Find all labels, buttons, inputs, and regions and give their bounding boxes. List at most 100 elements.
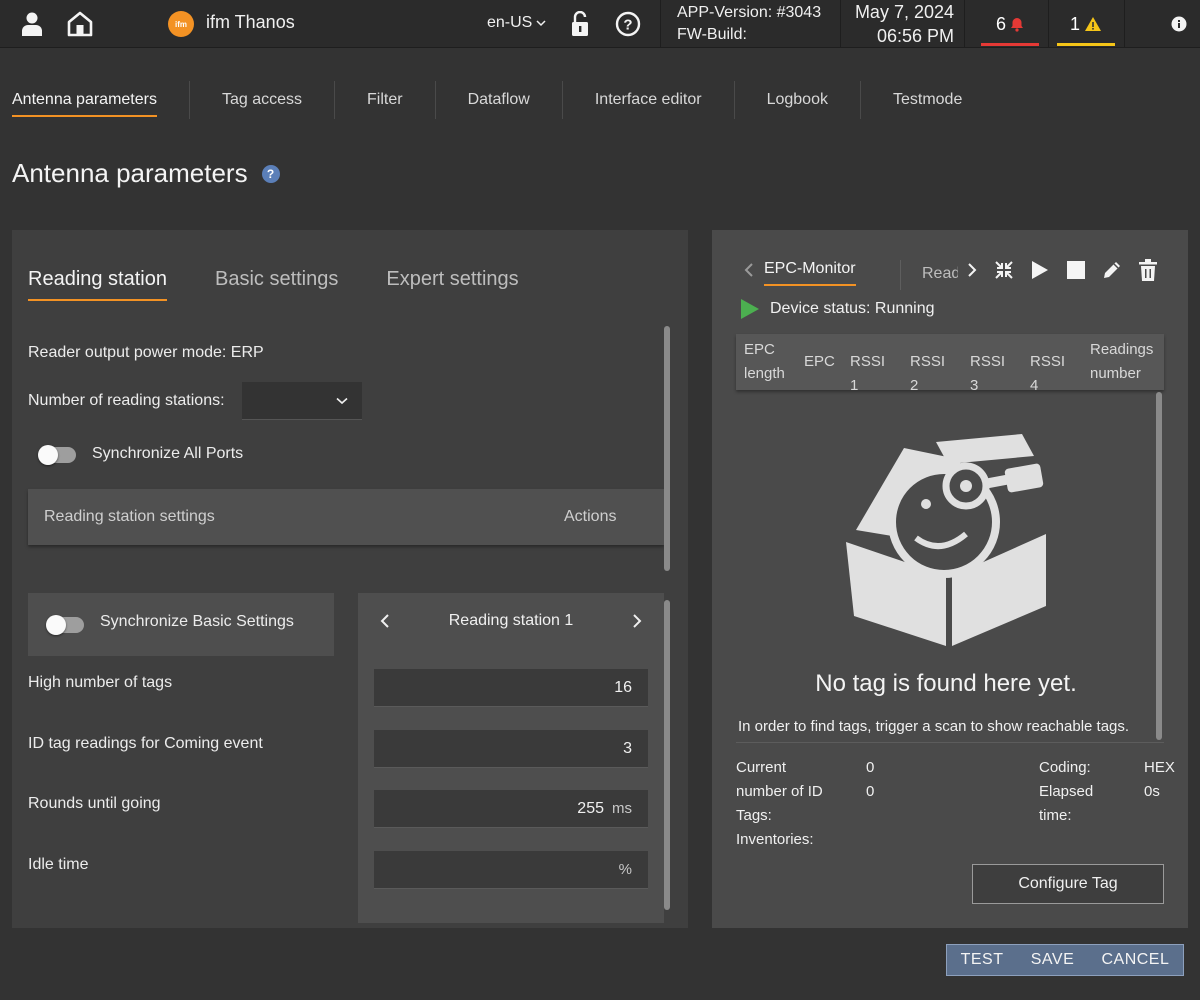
tab-antenna-parameters[interactable]: Antenna parameters (0, 81, 190, 119)
alarm-count: 6 (995, 13, 1006, 34)
chevron-left-icon[interactable] (380, 613, 390, 629)
field-value: 255 (577, 799, 604, 817)
col-epc-length: EPC length (744, 341, 785, 382)
subtabs: Reading station Basic settings Expert se… (28, 268, 519, 301)
datetime: May 7, 2024 06:56 PM (844, 0, 954, 48)
lock-open-icon[interactable] (566, 10, 594, 38)
divider (900, 260, 901, 290)
field-label: ID tag readings for Coming event (28, 735, 263, 752)
chevron-right-icon[interactable] (632, 613, 642, 629)
trash-icon[interactable] (1136, 258, 1160, 282)
top-bar: ifm ifm Thanos en-US ? APP-Version: #304… (0, 0, 1200, 48)
field-label: Idle time (28, 856, 89, 873)
sync-all-ports-toggle[interactable] (38, 445, 76, 465)
configure-tag-button[interactable]: Configure Tag (972, 864, 1164, 904)
tab-filter[interactable]: Filter (335, 81, 436, 119)
empty-box-illustration (846, 434, 1046, 646)
info-icon[interactable] (1170, 15, 1188, 33)
sync-basic-toggle[interactable] (46, 615, 84, 635)
date: May 7, 2024 (854, 2, 954, 22)
edit-icon[interactable] (1100, 258, 1124, 282)
collapse-icon[interactable] (992, 258, 1016, 282)
divider (660, 0, 661, 48)
sync-basic-settings: Synchronize Basic Settings (28, 593, 334, 656)
scrollbar[interactable] (664, 600, 670, 910)
play-icon[interactable] (1028, 258, 1052, 282)
tab-read[interactable]: Read (922, 265, 958, 283)
field-label: High number of tags (28, 674, 173, 691)
elapsed-label: Elapsed time: (1039, 783, 1094, 824)
divider (964, 0, 965, 48)
col-rssi-3: RSSI 3 (970, 353, 1006, 394)
idle-time-input[interactable]: % (374, 851, 648, 889)
col-rssi-1: RSSI 1 (850, 353, 886, 394)
divider (840, 0, 841, 48)
home-icon[interactable] (64, 8, 96, 40)
col-rssi-4: RSSI 4 (1030, 353, 1066, 394)
tab-logbook[interactable]: Logbook (735, 81, 861, 119)
divider (1048, 0, 1049, 48)
warning-indicator[interactable]: 1 (1057, 0, 1115, 48)
divider (1124, 0, 1125, 48)
col-readings-number: Readings number (1090, 341, 1154, 382)
col-epc: EPC (804, 353, 835, 370)
alarm-indicator[interactable]: 6 (981, 0, 1039, 48)
empty-state-title: No tag is found here yet. (815, 670, 1077, 697)
app-logo-icon: ifm (168, 11, 194, 37)
version-info: APP-Version: #3043 FW-Build: (677, 2, 821, 46)
running-icon (741, 299, 759, 319)
device-status: Device status: Running (740, 298, 935, 320)
col-rssi-2: RSSI 2 (910, 353, 946, 394)
output-power-mode: Reader output power mode: ERP (28, 344, 264, 361)
current-tags-value: 0 (866, 759, 875, 776)
inventories-label: Inventories: (736, 831, 814, 848)
num-stations-select[interactable] (242, 382, 362, 420)
rounds-until-going-input[interactable]: 255 ms (374, 790, 648, 828)
alarm-bar (981, 43, 1039, 46)
time: 06:56 PM (876, 26, 954, 46)
scrollbar[interactable] (664, 326, 670, 571)
reading-station-panel: Reading station Basic settings Expert se… (12, 230, 688, 928)
tab-expert-settings[interactable]: Expert settings (386, 268, 518, 301)
test-button[interactable]: TEST (961, 951, 1004, 969)
tab-basic-settings[interactable]: Basic settings (215, 268, 338, 301)
field-label: Rounds until going (28, 795, 161, 812)
chevron-left-icon[interactable] (744, 262, 754, 278)
stop-icon[interactable] (1064, 258, 1088, 282)
language-select[interactable]: en-US (487, 14, 546, 32)
question-icon[interactable]: ? (261, 164, 280, 183)
epc-monitor-panel: EPC-Monitor Read Device status: Running … (712, 230, 1188, 928)
tab-testmode[interactable]: Testmode (861, 81, 994, 119)
chevron-down-icon (336, 397, 348, 404)
elapsed-value: 0s (1144, 783, 1160, 800)
user-icon[interactable] (18, 10, 46, 38)
device-status-text: Device status: Running (770, 300, 935, 317)
reading-station-card: Reading station 1 16 3 255 ms % (358, 593, 664, 923)
chevron-down-icon (536, 20, 546, 27)
tab-reading-station[interactable]: Reading station (28, 268, 167, 301)
num-stations-label: Number of reading stations: (28, 392, 225, 409)
tab-interface-editor[interactable]: Interface editor (563, 81, 735, 119)
help-icon[interactable]: ? (614, 10, 642, 38)
chevron-right-icon[interactable] (960, 258, 984, 282)
tab-dataflow[interactable]: Dataflow (436, 81, 563, 119)
inventories-value: 0 (866, 783, 875, 800)
page-title-row: Antenna parameters ? (12, 158, 280, 189)
field-unit: % (618, 861, 632, 878)
bell-icon (1011, 17, 1023, 32)
high-number-of-tags-input[interactable]: 16 (374, 669, 648, 707)
current-tags-label: Current number of ID Tags: (736, 759, 823, 824)
monitor-tabs: EPC-Monitor Read (744, 260, 958, 290)
col-settings: Reading station settings (44, 508, 215, 525)
field-value: 16 (614, 678, 632, 696)
coming-event-readings-input[interactable]: 3 (374, 730, 648, 768)
tab-epc-monitor[interactable]: EPC-Monitor (764, 260, 856, 286)
tab-tag-access[interactable]: Tag access (190, 81, 336, 119)
coding-label: Coding: (1039, 759, 1091, 776)
save-button[interactable]: SAVE (1031, 951, 1075, 969)
field-unit: ms (612, 800, 632, 817)
fw-build: FW-Build: (677, 26, 747, 43)
empty-state-message: In order to find tags, trigger a scan to… (738, 718, 1130, 735)
cancel-button[interactable]: CANCEL (1101, 951, 1169, 969)
language-value: en-US (487, 14, 533, 31)
